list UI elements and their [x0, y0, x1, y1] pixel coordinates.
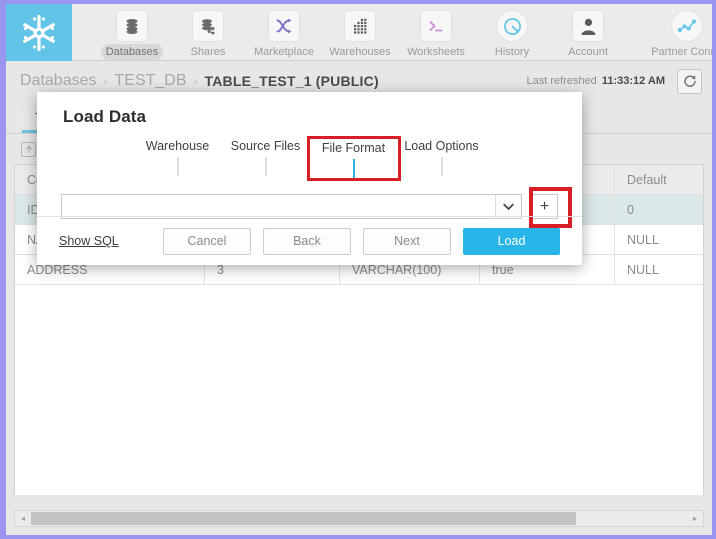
page-border: Databases Shares Marketplace Warehouses … — [0, 0, 716, 539]
load-data-dialog: Load Data Warehouse Source Files File Fo… — [37, 92, 582, 265]
wizard-tab-warehouse-label: Warehouse — [145, 139, 210, 153]
wizard-tab-file-format-bar — [352, 159, 355, 178]
wizard-tab-file-format-label: File Format — [321, 141, 386, 155]
back-button[interactable]: Back — [263, 227, 351, 255]
cancel-button[interactable]: Cancel — [163, 227, 251, 255]
modal-overlay: Load Data Warehouse Source Files File Fo… — [6, 4, 712, 535]
wizard-tab-warehouse[interactable]: Warehouse — [134, 139, 222, 178]
wizard-tab-source-files-label: Source Files — [230, 139, 301, 153]
wizard-tab-load-options-label: Load Options — [404, 139, 479, 153]
dialog-footer: Show SQL Cancel Back Next Load — [37, 216, 582, 265]
show-sql-link[interactable]: Show SQL — [59, 234, 119, 248]
next-button[interactable]: Next — [363, 227, 451, 255]
wizard-tab-file-format[interactable]: File Format — [306, 136, 401, 181]
wizard-tab-source-files[interactable]: Source Files — [222, 139, 310, 178]
dialog-title: Load Data — [63, 107, 147, 126]
plus-icon: + — [539, 197, 550, 215]
load-button[interactable]: Load — [463, 227, 560, 255]
chevron-down-icon[interactable] — [495, 195, 521, 218]
footer-buttons: Cancel Back Next Load — [163, 227, 560, 255]
wizard-step-tabs: Warehouse Source Files File Format Load … — [37, 136, 582, 181]
wizard-tab-warehouse-bar — [176, 157, 179, 176]
browser-viewport: Databases Shares Marketplace Warehouses … — [6, 4, 712, 535]
wizard-tab-load-options[interactable]: Load Options — [398, 139, 486, 178]
wizard-tab-load-options-bar — [440, 157, 443, 176]
wizard-tab-source-files-bar — [264, 157, 267, 176]
